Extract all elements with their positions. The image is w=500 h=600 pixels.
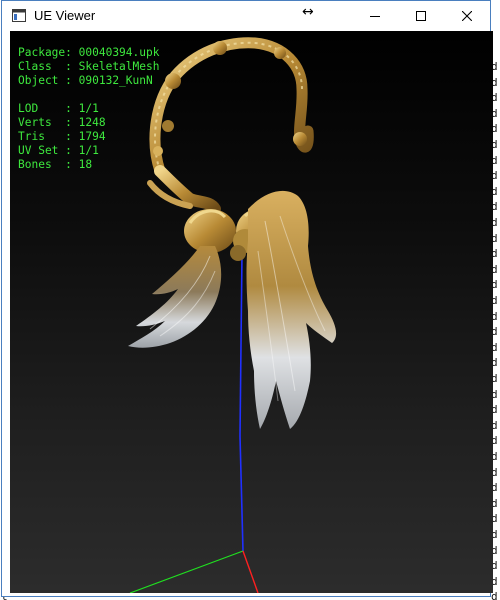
info-label: Verts : <box>18 116 72 129</box>
window-title: UE Viewer <box>34 8 96 23</box>
close-button[interactable] <box>444 1 490 31</box>
hook-ornament <box>147 37 314 215</box>
info-value: 1794 <box>78 130 106 143</box>
info-label: LOD : <box>18 102 72 115</box>
info-label: Object : <box>18 74 72 87</box>
maximize-button[interactable] <box>398 1 444 31</box>
z-axis-line-lower <box>239 435 244 552</box>
resize-cursor-icon: ↔ <box>302 4 314 20</box>
info-row-uvset: UV Set : 1/1 <box>18 144 159 158</box>
info-value: 1248 <box>78 116 106 129</box>
mesh-info-overlay: Package: 00040394.upk Class : SkeletalMe… <box>18 46 159 172</box>
info-row-bones: Bones : 18 <box>18 158 159 172</box>
ue-viewer-window: UE Viewer ↔ Package: 00040394.upk Class … <box>1 0 493 597</box>
info-row-lod: LOD : 1/1 <box>18 102 159 116</box>
info-row-class: Class : SkeletalMesh <box>18 60 159 74</box>
maximize-icon <box>416 11 426 21</box>
info-row-tris: Tris : 1794 <box>18 130 159 144</box>
3d-viewport[interactable]: Package: 00040394.upk Class : SkeletalMe… <box>10 31 493 593</box>
info-label: UV Set : <box>18 144 72 157</box>
y-axis-line <box>129 550 244 593</box>
info-value: 1/1 <box>78 144 99 157</box>
info-label: Class : <box>18 60 72 73</box>
info-value: 18 <box>78 158 93 171</box>
minimize-button[interactable] <box>352 1 398 31</box>
right-wing <box>246 190 337 429</box>
left-wing <box>128 246 222 348</box>
z-axis-line <box>239 252 243 437</box>
info-row-package: Package: 00040394.upk <box>18 46 159 60</box>
info-value: 1/1 <box>78 102 99 115</box>
x-axis-line <box>242 550 259 593</box>
info-row-verts: Verts : 1248 <box>18 116 159 130</box>
info-value: SkeletalMesh <box>78 60 160 73</box>
minimize-icon <box>370 16 380 17</box>
info-value: 00040394.upk <box>78 46 160 59</box>
app-window-icon <box>12 9 26 22</box>
info-label: Package: <box>18 46 72 59</box>
info-value: 090132_KunN <box>78 74 153 87</box>
close-icon <box>462 11 472 21</box>
info-label: Tris : <box>18 130 72 143</box>
info-label: Bones : <box>18 158 72 171</box>
info-row-object: Object : 090132_KunN <box>18 74 159 88</box>
title-bar[interactable]: UE Viewer ↔ <box>2 1 490 31</box>
